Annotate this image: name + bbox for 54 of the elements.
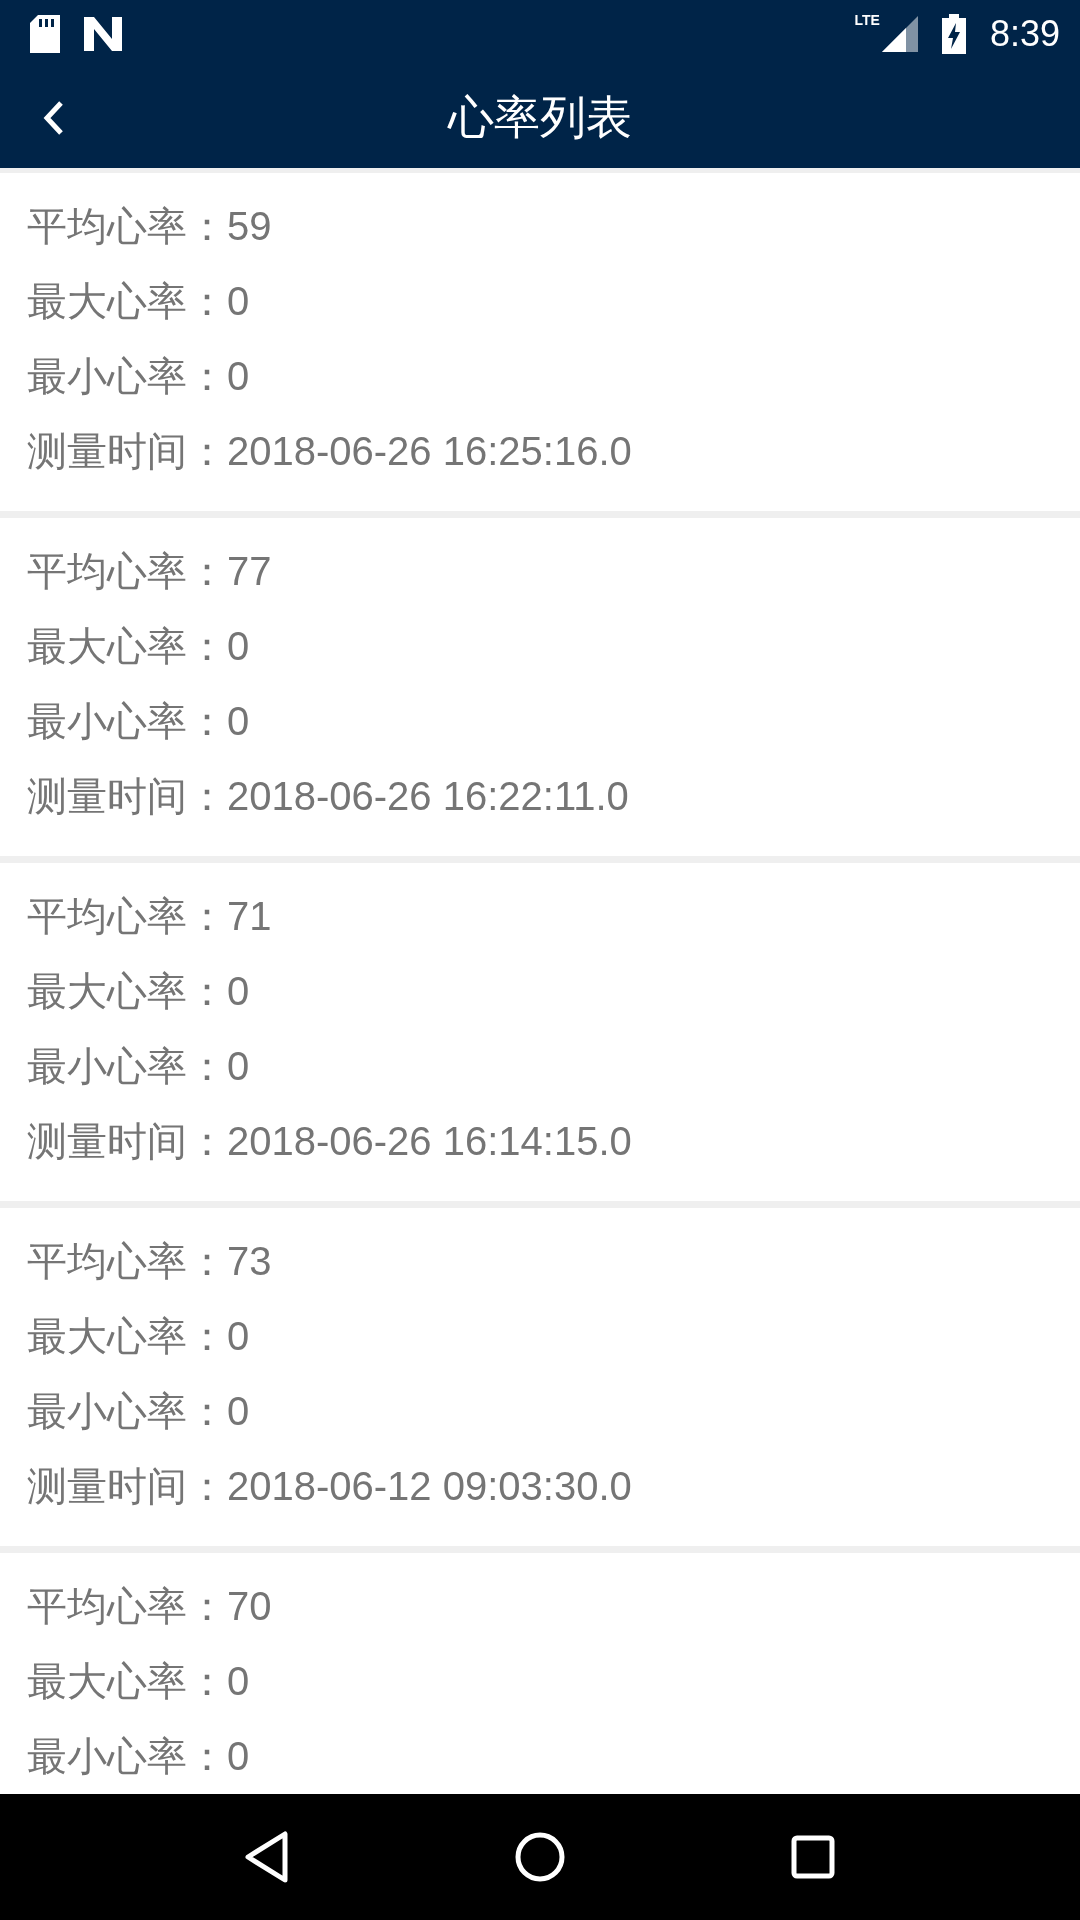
field-label: 平均心率： [27, 1582, 227, 1631]
field-value: 0 [227, 969, 250, 1014]
field-label: 最小心率： [27, 1042, 227, 1091]
field-label: 最小心率： [27, 1387, 227, 1436]
battery-charging-icon [941, 13, 966, 54]
field-value: 0 [227, 1314, 250, 1359]
field-label: 测量时间： [27, 1462, 227, 1511]
field-value: 77 [227, 549, 272, 594]
field-label: 测量时间： [27, 427, 227, 476]
field-value: 73 [227, 1239, 272, 1284]
clock-time: 8:39 [989, 12, 1060, 55]
field-label: 平均心率： [27, 202, 227, 251]
field-label: 最大心率： [27, 1657, 227, 1706]
field-label: 平均心率： [27, 547, 227, 596]
field-value: 0 [227, 1734, 250, 1779]
field-label: 平均心率： [27, 1237, 227, 1286]
record-card[interactable]: 平均心率：59 最大心率：0 最小心率：0 测量时间：2018-06-26 16:25:16.0 [0, 173, 1080, 511]
field-value: 0 [227, 279, 250, 324]
field-value: 2018-06-26 16:22:11.0 [227, 774, 629, 819]
field-label: 测量时间： [27, 772, 227, 821]
field-label: 平均心率： [27, 892, 227, 941]
field-value: 0 [227, 1044, 250, 1089]
field-value: 0 [227, 1659, 250, 1704]
back-icon [43, 99, 65, 136]
page-title: 心率列表 [448, 88, 632, 146]
field-value: 0 [227, 699, 250, 744]
field-value: 0 [227, 354, 250, 399]
field-value: 2018-06-26 16:25:16.0 [227, 429, 632, 474]
field-label: 最小心率： [27, 1732, 227, 1781]
network-type: LTE [854, 12, 880, 28]
sd-card-icon [30, 14, 60, 53]
field-value: 0 [227, 1389, 250, 1434]
field-label: 最大心率： [27, 967, 227, 1016]
circle-icon [515, 1832, 565, 1882]
field-value: 2018-06-26 16:14:15.0 [227, 1119, 632, 1164]
square-icon [791, 1835, 836, 1879]
record-card[interactable]: 平均心率：70 最大心率：0 最小心率：0 [0, 1553, 1080, 1794]
field-label: 最大心率： [27, 622, 227, 671]
record-card[interactable]: 平均心率：77 最大心率：0 最小心率：0 测量时间：2018-06-26 16:22:11.0 [0, 518, 1080, 856]
triangle-icon [244, 1831, 289, 1883]
record-card[interactable]: 平均心率：71 最大心率：0 最小心率：0 测量时间：2018-06-26 16:14:15.0 [0, 863, 1080, 1201]
field-label: 最小心率： [27, 697, 227, 746]
field-value: 71 [227, 894, 272, 939]
field-label: 测量时间： [27, 1117, 227, 1166]
signal-icon [881, 15, 918, 52]
field-label: 最大心率： [27, 277, 227, 326]
field-value: 70 [227, 1584, 272, 1629]
field-label: 最小心率： [27, 352, 227, 401]
record-card[interactable]: 平均心率：73 最大心率：0 最小心率：0 测量时间：2018-06-12 09:03:30.0 [0, 1208, 1080, 1546]
field-value: 0 [227, 624, 250, 669]
n-logo-icon [84, 16, 122, 51]
field-label: 最大心率： [27, 1312, 227, 1361]
field-value: 59 [227, 204, 272, 249]
field-value: 2018-06-12 09:03:30.0 [227, 1464, 632, 1509]
